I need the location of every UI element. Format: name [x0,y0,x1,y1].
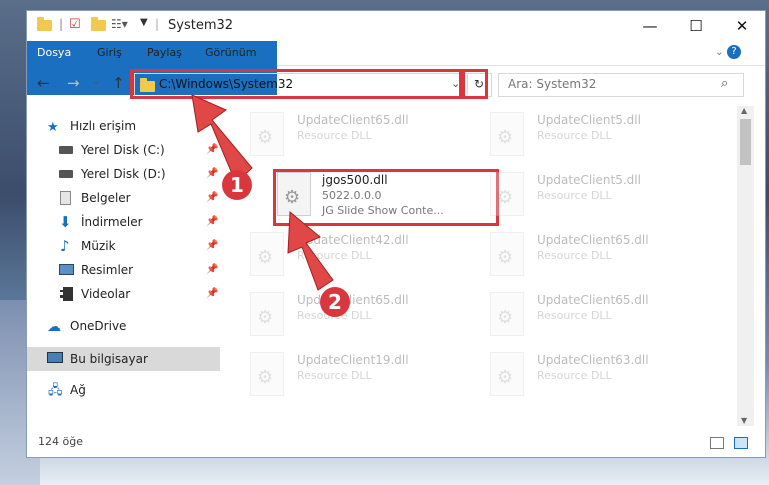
arrow-2 [287,210,334,291]
step-badge-2: 2 [320,287,350,317]
arrow-1 [191,94,253,184]
annotation-arrows [191,94,334,291]
step-badge-1: 1 [222,170,252,200]
